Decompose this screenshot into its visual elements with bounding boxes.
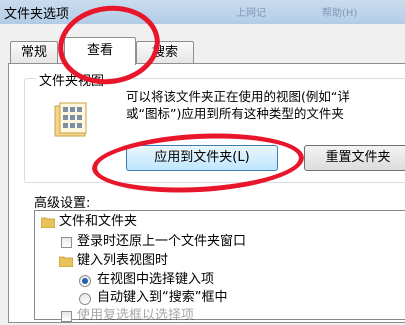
tree-item-type-into-search[interactable]: 自动键入到“搜索”框中 [97, 289, 227, 307]
window-title: 文件夹选项 [4, 7, 70, 22]
tree-item-select-typed-item[interactable]: 在视图中选择键入项 [97, 271, 214, 289]
faded-menu-text: 帮助(H) [322, 8, 358, 19]
reset-folders-button[interactable]: 重置文件夹 [304, 145, 405, 171]
description-line: 或“图标”)应用到所有这种类型的文件夹 [126, 106, 344, 121]
tab-view[interactable]: 查看 [64, 37, 136, 65]
tree-item-files-and-folders[interactable]: 文件和文件夹 [59, 213, 137, 231]
folder-view-icon [54, 102, 87, 137]
folder-icon [41, 217, 55, 228]
restore-windows-checkbox[interactable] [61, 237, 72, 248]
advanced-settings-label: 高级设置: [34, 196, 91, 211]
use-checkboxes-checkbox[interactable] [61, 311, 72, 322]
advanced-settings-tree[interactable]: 文件和文件夹 登录时还原上一个文件夹窗口 键入列表视图时 在视图中选择键入项 自… [34, 210, 405, 323]
description-line: 可以将该文件夹正在使用的视图(例如“详 [126, 89, 350, 104]
tab-strip [0, 24, 405, 64]
title-bar: 文件夹选项 上网记 帮助(H) [0, 0, 405, 25]
folder-icon [59, 256, 73, 267]
tab-search[interactable]: 搜索 [136, 41, 194, 63]
type-into-search-radio[interactable] [79, 293, 91, 305]
tree-item-typing-list-view[interactable]: 键入列表视图时 [77, 252, 168, 270]
tab-general[interactable]: 常规 [10, 41, 58, 63]
select-typed-item-radio[interactable] [79, 275, 91, 287]
folder-views-title: 文件夹视图 [36, 70, 108, 89]
folder-views-description: 可以将该文件夹正在使用的视图(例如“详 或“图标”)应用到所有这种类型的文件夹 [126, 88, 405, 122]
faded-menu-text: 上网记 [236, 8, 266, 19]
tree-item-restore-windows[interactable]: 登录时还原上一个文件夹窗口 [77, 233, 246, 251]
apply-to-folders-button[interactable]: 应用到文件夹(L) [126, 145, 278, 171]
